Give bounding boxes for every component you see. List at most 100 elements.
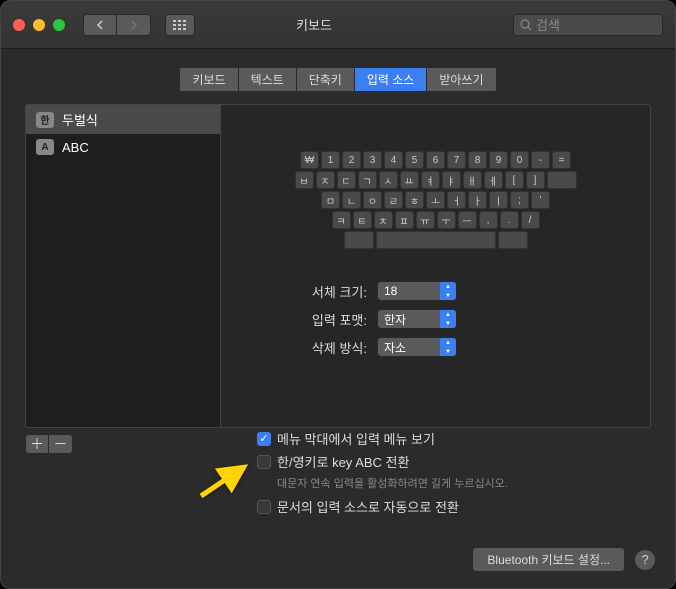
titlebar: 키보드 검색: [1, 1, 675, 49]
key: ,: [479, 211, 498, 229]
source-settings: 서체 크기: 18 ▲▼ 입력 포맷: 한자 ▲▼ 삭제 방식:: [237, 281, 634, 365]
input-format-label: 입력 포맷:: [297, 310, 367, 329]
source-detail-pane: ₩1234567890-=ㅂㅈㄷㄱㅅㅛㅕㅑㅐㅔ[]ㅁㄴㅇㄹㅎㅗㅓㅏㅣ;'ㅋㅌㅊㅍ…: [221, 104, 651, 428]
key: [: [505, 171, 524, 189]
key: [344, 231, 374, 249]
key: ㅅ: [379, 171, 398, 189]
key: ㅓ: [447, 191, 466, 209]
bluetooth-settings-button[interactable]: Bluetooth 키보드 설정...: [472, 547, 625, 572]
delete-mode-label: 삭제 방식:: [297, 338, 367, 357]
stepper-icon: ▲▼: [440, 310, 456, 328]
window-controls: [13, 19, 65, 31]
source-badge-icon: 한: [36, 112, 54, 128]
key: ㅋ: [332, 211, 351, 229]
toggle-abc-label: 한/영키로 key ABC 전환: [277, 452, 409, 471]
key: =: [552, 151, 571, 169]
show-menu-label: 메뉴 막대에서 입력 메뉴 보기: [277, 429, 435, 448]
source-badge-icon: A: [36, 139, 54, 155]
stepper-icon: ▲▼: [440, 338, 456, 356]
key: ㅁ: [321, 191, 340, 209]
show-menu-checkbox[interactable]: [257, 432, 271, 446]
key: ㅌ: [353, 211, 372, 229]
key: ㅈ: [316, 171, 335, 189]
key: ㅊ: [374, 211, 393, 229]
key: ㄷ: [337, 171, 356, 189]
stepper-icon: ▲▼: [440, 282, 456, 300]
toggle-abc-checkbox[interactable]: [257, 455, 271, 469]
source-label: ABC: [62, 140, 89, 155]
key: ㅑ: [442, 171, 461, 189]
footer: Bluetooth 키보드 설정... ?: [472, 547, 655, 572]
delete-mode-select[interactable]: 자소 ▲▼: [377, 337, 457, 357]
key: ': [531, 191, 550, 209]
key: [498, 231, 528, 249]
key: ㅐ: [463, 171, 482, 189]
key: .: [500, 211, 519, 229]
key: ㅣ: [489, 191, 508, 209]
tab-0[interactable]: 키보드: [179, 67, 237, 92]
key: ㅜ: [437, 211, 456, 229]
key: ㄹ: [384, 191, 403, 209]
key: 4: [384, 151, 403, 169]
spacebar-key: [376, 231, 496, 249]
maximize-button[interactable]: [53, 19, 65, 31]
key: 8: [468, 151, 487, 169]
font-size-label: 서체 크기:: [297, 282, 367, 301]
auto-switch-label: 문서의 입력 소스로 자동으로 전환: [277, 497, 459, 516]
key: 3: [363, 151, 382, 169]
back-button[interactable]: [83, 14, 117, 36]
key: ㅍ: [395, 211, 414, 229]
key: ㅂ: [295, 171, 314, 189]
key: ㅠ: [416, 211, 435, 229]
key: ㅕ: [421, 171, 440, 189]
preferences-window: 키보드 검색 키보드텍스트단축키입력 소스받아쓰기 한두벌식AABC ₩1234…: [0, 0, 676, 589]
key: ㄴ: [342, 191, 361, 209]
key: ㄱ: [358, 171, 377, 189]
key: 9: [489, 151, 508, 169]
input-source-list[interactable]: 한 두벌식 A ABC: [25, 104, 221, 428]
tab-4[interactable]: 받아쓰기: [426, 67, 496, 92]
search-placeholder: 검색: [536, 15, 560, 34]
source-label: 두벌식: [62, 110, 98, 129]
font-size-select[interactable]: 18 ▲▼: [377, 281, 457, 301]
search-icon: [520, 19, 532, 31]
key: ㅡ: [458, 211, 477, 229]
key: 6: [426, 151, 445, 169]
key: ㅔ: [484, 171, 503, 189]
tab-bar: 키보드텍스트단축키입력 소스받아쓰기: [1, 67, 675, 92]
minimize-button[interactable]: [33, 19, 45, 31]
key: ₩: [300, 151, 319, 169]
annotation-arrow: [196, 461, 256, 504]
key: ㅎ: [405, 191, 424, 209]
window-title: 키보드: [123, 15, 505, 34]
source-row[interactable]: A ABC: [26, 134, 220, 160]
key: ㅛ: [400, 171, 419, 189]
tab-3[interactable]: 입력 소스: [354, 67, 427, 92]
help-button[interactable]: ?: [635, 550, 655, 570]
key: 1: [321, 151, 340, 169]
toggle-abc-hint: 대문자 연속 입력을 활성화하려면 길게 누르십시오.: [277, 475, 508, 491]
key: 2: [342, 151, 361, 169]
key: ]: [526, 171, 545, 189]
key: -: [531, 151, 550, 169]
auto-switch-checkbox[interactable]: [257, 500, 271, 514]
key: 5: [405, 151, 424, 169]
key: /: [521, 211, 540, 229]
content-area: 한두벌식AABC ₩1234567890-=ㅂㅈㄷㄱㅅㅛㅕㅑㅐㅔ[]ㅁㄴㅇㄹㅎㅗ…: [1, 92, 675, 428]
key: [547, 171, 577, 189]
tab-2[interactable]: 단축키: [296, 67, 354, 92]
key: ㅗ: [426, 191, 445, 209]
close-button[interactable]: [13, 19, 25, 31]
tab-1[interactable]: 텍스트: [238, 67, 296, 92]
key: 0: [510, 151, 529, 169]
add-source-button[interactable]: ＋: [25, 434, 49, 454]
key: ;: [510, 191, 529, 209]
source-row[interactable]: 한 두벌식: [26, 105, 220, 134]
keyboard-preview: ₩1234567890-=ㅂㅈㄷㄱㅅㅛㅕㅑㅐㅔ[]ㅁㄴㅇㄹㅎㅗㅓㅏㅣ;'ㅋㅌㅊㅍ…: [276, 151, 596, 251]
input-format-select[interactable]: 한자 ▲▼: [377, 309, 457, 329]
key: ㅇ: [363, 191, 382, 209]
options-group: 메뉴 막대에서 입력 메뉴 보기 한/영키로 key ABC 전환 대문자 연속…: [257, 429, 508, 520]
search-field[interactable]: 검색: [513, 14, 663, 36]
key: ㅏ: [468, 191, 487, 209]
remove-source-button[interactable]: －: [49, 434, 73, 454]
